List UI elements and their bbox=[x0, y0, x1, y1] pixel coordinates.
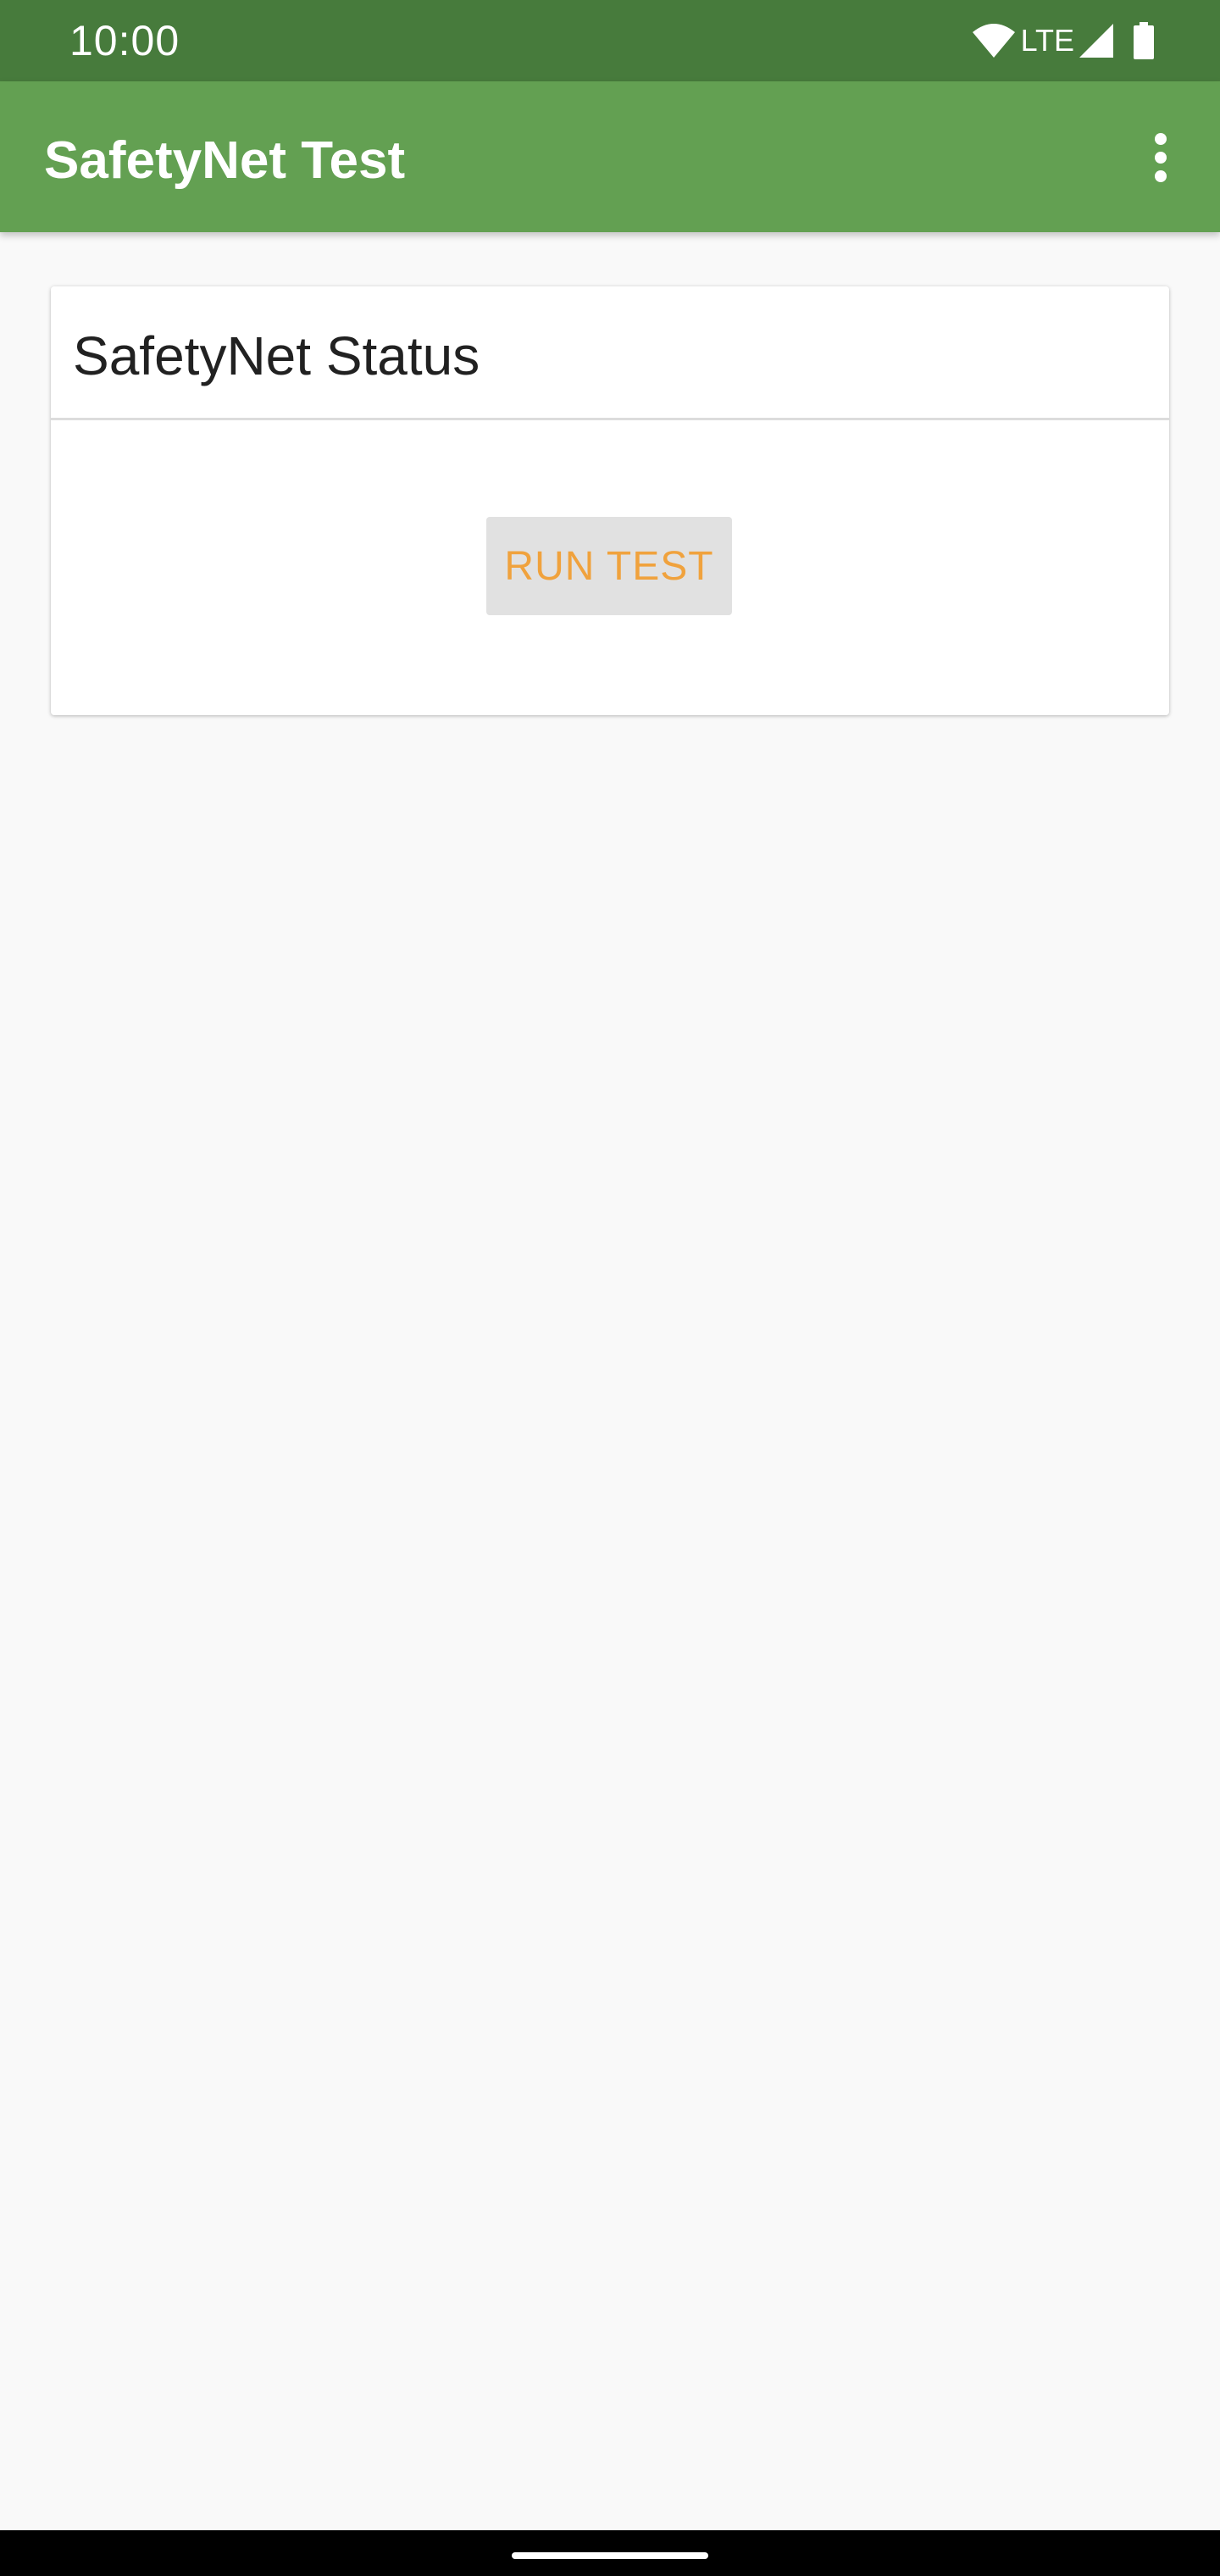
navigation-bar bbox=[0, 2530, 1220, 2576]
signal-icon bbox=[1079, 24, 1113, 58]
more-vert-icon bbox=[1155, 133, 1167, 182]
status-time: 10:00 bbox=[69, 17, 180, 64]
overflow-menu-button[interactable] bbox=[1120, 117, 1201, 198]
safetynet-status-card: SafetyNet Status RUN TEST bbox=[51, 286, 1169, 715]
card-header: SafetyNet Status bbox=[51, 286, 1169, 419]
app-bar: SafetyNet Test bbox=[0, 81, 1220, 232]
status-bar: 10:00 LTE bbox=[0, 0, 1220, 81]
status-icons: LTE bbox=[972, 20, 1156, 61]
wifi-icon bbox=[972, 24, 1015, 58]
home-gesture-handle[interactable] bbox=[512, 2552, 708, 2559]
lte-label: LTE bbox=[1020, 23, 1074, 58]
card-divider bbox=[51, 418, 1169, 420]
run-test-button[interactable]: RUN TEST bbox=[486, 517, 732, 615]
app-title: SafetyNet Test bbox=[44, 131, 406, 190]
battery-icon bbox=[1134, 22, 1154, 59]
card-title: SafetyNet Status bbox=[73, 325, 480, 386]
